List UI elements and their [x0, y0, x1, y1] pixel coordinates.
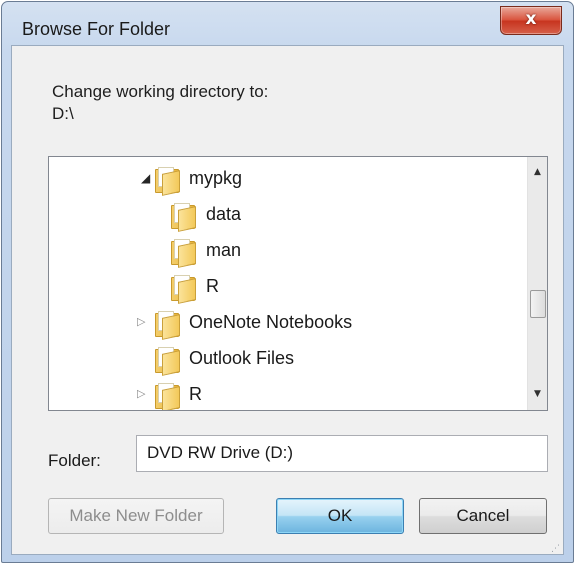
- tree-item-outlook-files[interactable]: Outlook Files: [49, 341, 527, 377]
- folder-icon: [171, 275, 196, 304]
- tree-item-label: OneNote Notebooks: [189, 312, 353, 332]
- tree-item-label: data: [206, 204, 242, 224]
- folder-tree[interactable]: ◢ mypkg data man R ▷ OneNote Notebooks O…: [48, 156, 548, 411]
- tree-item-label: R: [206, 276, 219, 296]
- vertical-scrollbar[interactable]: ▲ ▼: [527, 157, 547, 410]
- window-title: Browse For Folder: [22, 19, 171, 39]
- folder-icon: [171, 203, 196, 232]
- dialog-body: Change working directory to: D:\ ◢ mypkg…: [11, 45, 564, 555]
- prompt-text: Change working directory to: D:\: [52, 81, 268, 125]
- close-button[interactable]: x: [500, 6, 562, 35]
- scroll-thumb[interactable]: [530, 290, 546, 318]
- folder-label: Folder:: [48, 451, 101, 470]
- folder-icon: [171, 239, 196, 268]
- tree-item-label: mypkg: [189, 168, 243, 188]
- prompt-line-2: D:\: [52, 104, 74, 123]
- expand-closed-icon[interactable]: ▷: [137, 315, 149, 329]
- scroll-up-arrow-icon[interactable]: ▲: [528, 163, 547, 182]
- tree-item-man[interactable]: man: [49, 233, 527, 269]
- folder-icon: [155, 383, 180, 410]
- folder-input[interactable]: DVD RW Drive (D:): [136, 435, 548, 472]
- prompt-line-1: Change working directory to:: [52, 82, 269, 101]
- scroll-down-arrow-icon[interactable]: ▼: [528, 385, 547, 404]
- tree-item-label: man: [206, 240, 242, 260]
- folder-icon: [155, 347, 180, 376]
- cancel-button[interactable]: Cancel: [419, 498, 547, 534]
- close-icon: x: [525, 9, 537, 29]
- tree-item-label: Outlook Files: [189, 348, 295, 368]
- browse-for-folder-dialog: Browse For Folder x Change working direc…: [1, 1, 574, 563]
- tree-item-data[interactable]: data: [49, 197, 527, 233]
- folder-icon: [155, 167, 180, 196]
- resize-grip-icon[interactable]: ⋰: [551, 544, 560, 553]
- tree-item-mypkg[interactable]: ◢ mypkg: [49, 161, 527, 197]
- tree-item-label: R: [189, 384, 202, 404]
- folder-icon: [155, 311, 180, 340]
- tree-item-onenote-notebooks[interactable]: ▷ OneNote Notebooks: [49, 305, 527, 341]
- ok-button[interactable]: OK: [276, 498, 404, 534]
- expand-closed-icon[interactable]: ▷: [137, 387, 149, 401]
- make-new-folder-button[interactable]: Make New Folder: [48, 498, 224, 534]
- tree-item-r-sub[interactable]: R: [49, 269, 527, 305]
- expand-open-icon[interactable]: ◢: [141, 171, 153, 185]
- tree-item-r[interactable]: ▷ R: [49, 377, 527, 410]
